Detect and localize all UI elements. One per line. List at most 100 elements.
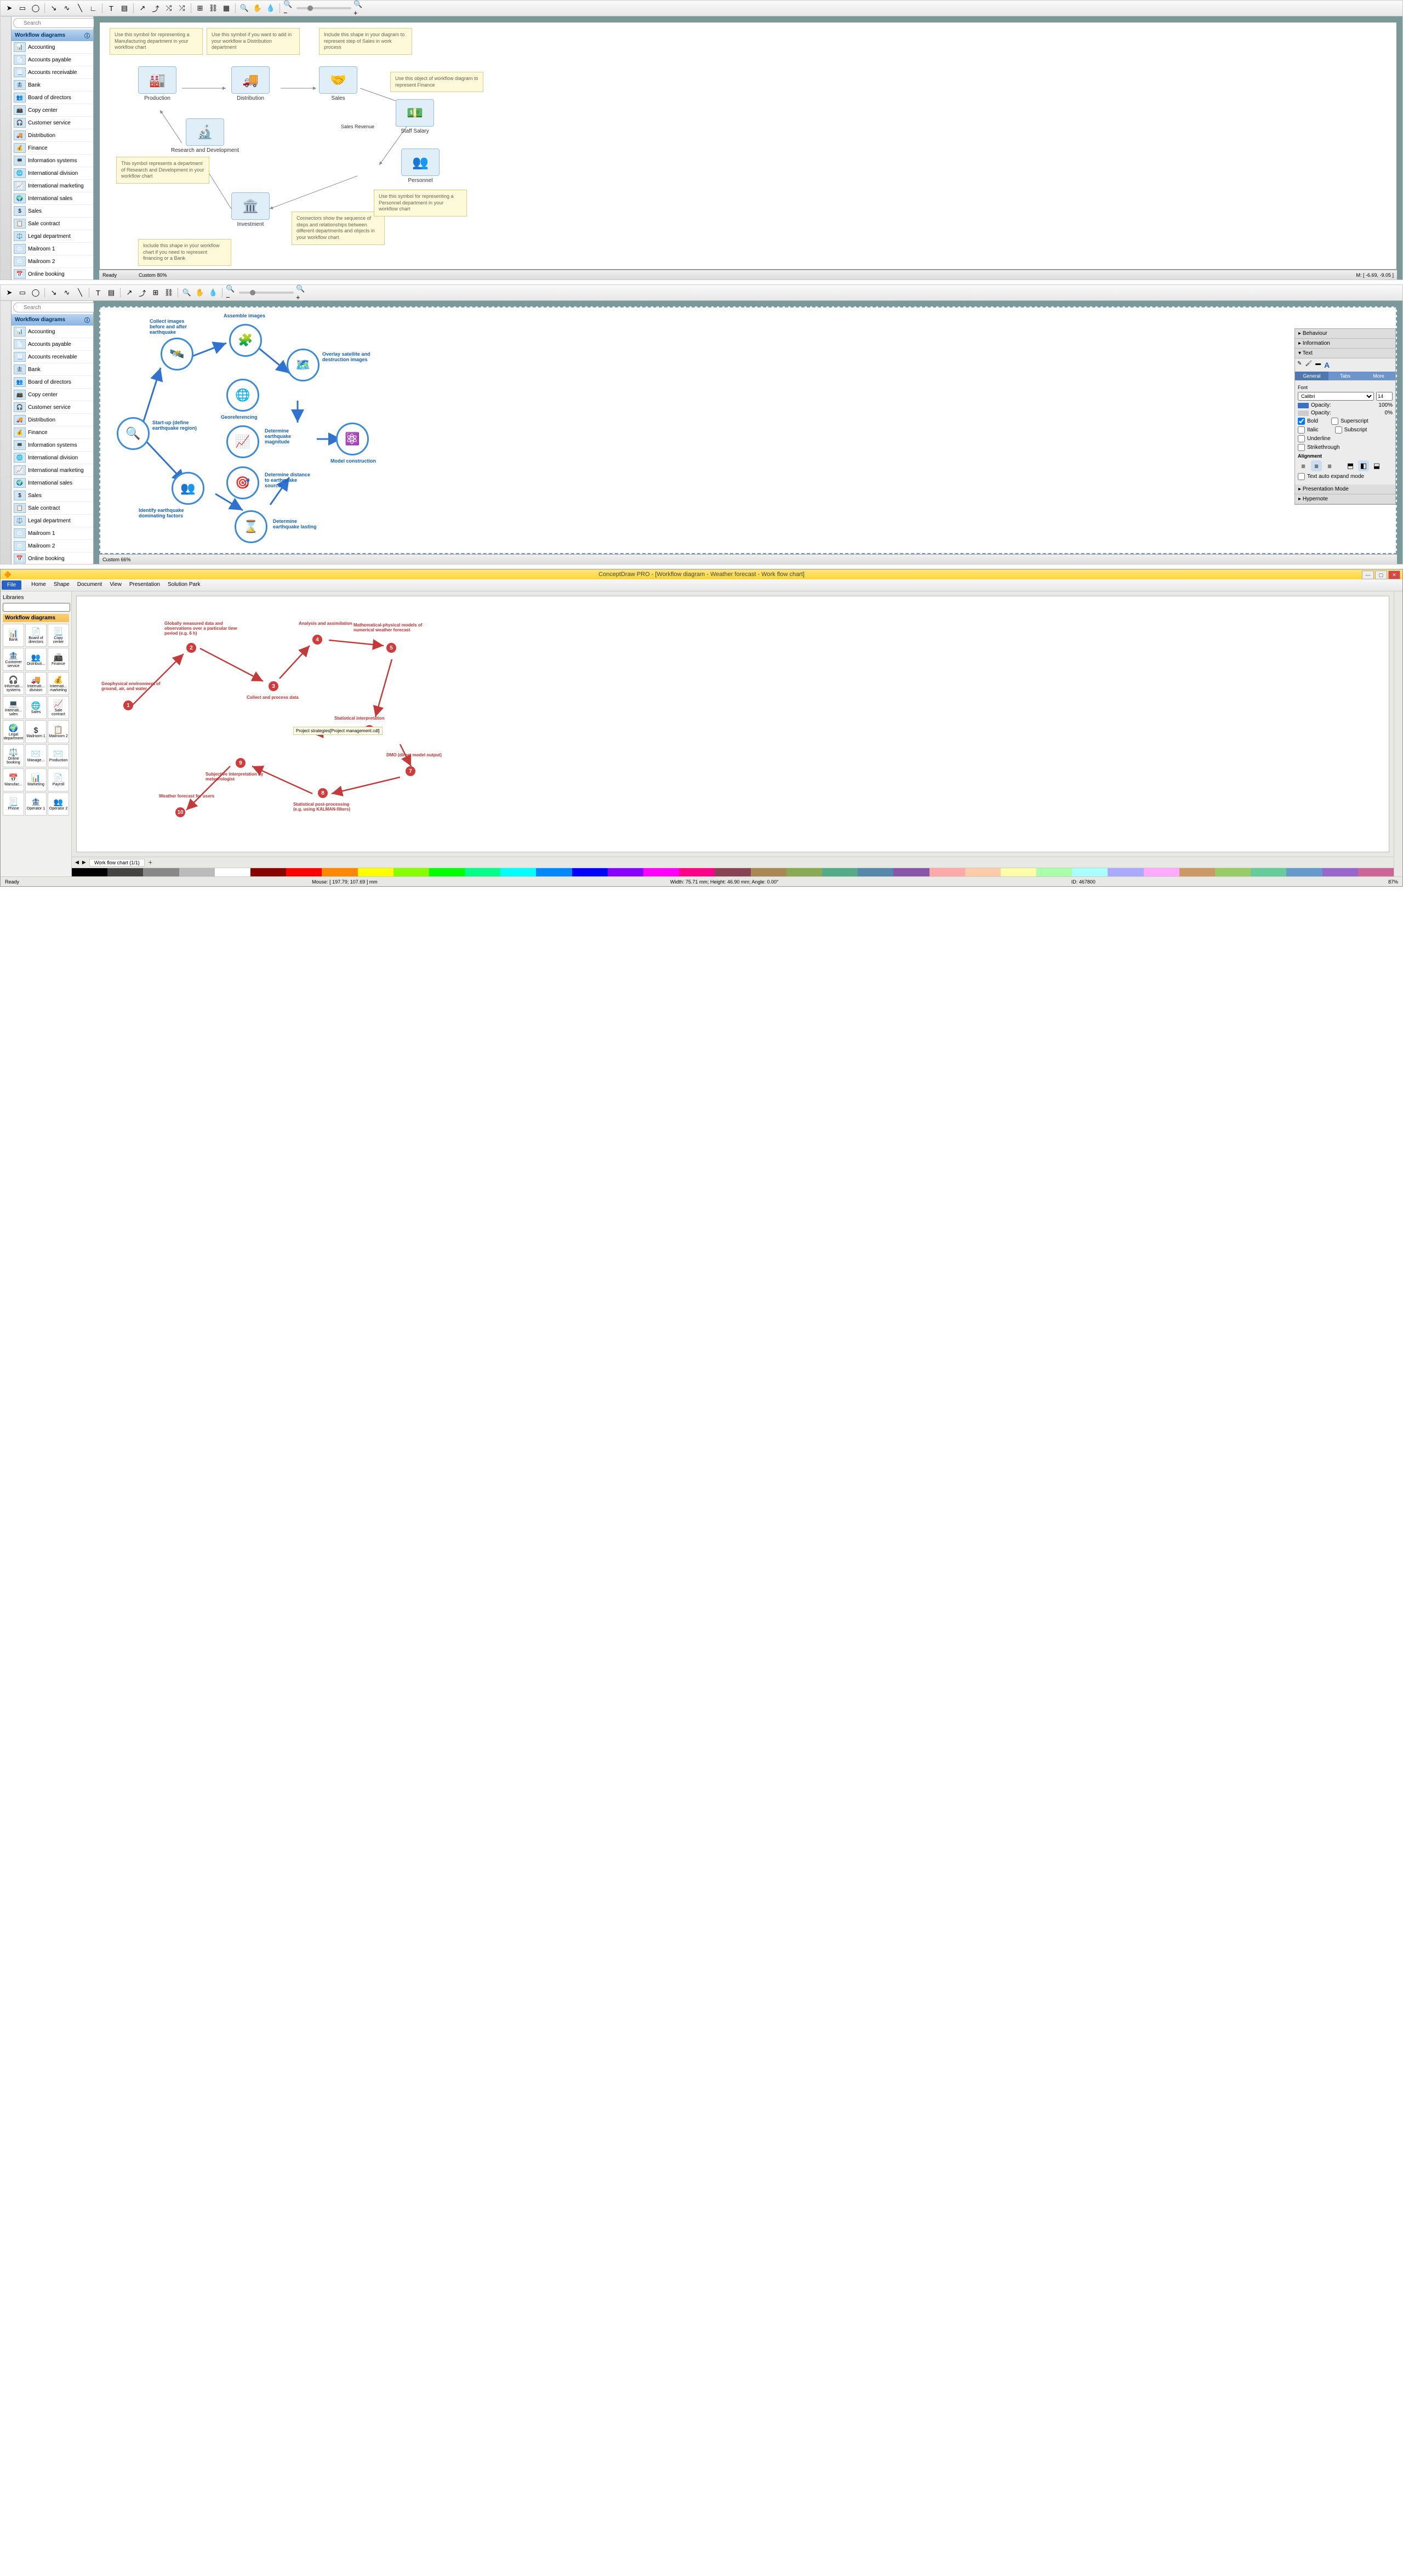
lib-grid-item[interactable]: 🏦Customer service	[3, 648, 24, 671]
pointer-icon[interactable]: ➤	[4, 287, 15, 298]
color-swatch[interactable]	[786, 868, 822, 876]
zoom-label-2[interactable]: Custom 66%	[102, 557, 131, 562]
lib-grid-item[interactable]: ⚖️Online booking	[3, 744, 24, 767]
menu-solutionpark[interactable]: Solution Park	[168, 582, 200, 589]
lib-item[interactable]: 📄Accounts payable	[12, 54, 93, 66]
lib-item[interactable]: 🚚Distribution	[12, 414, 93, 426]
node-personnel[interactable]: 👥Personnel	[401, 149, 440, 184]
minimize-button[interactable]: —	[1362, 571, 1374, 579]
valign-top-icon[interactable]: ⬒	[1345, 460, 1356, 471]
tree-icon[interactable]: ⊞	[150, 287, 161, 298]
node-georef[interactable]: 🌐	[226, 379, 259, 412]
num-1[interactable]: 1	[123, 700, 133, 710]
color-swatch[interactable]	[893, 868, 929, 876]
hdr-presentation[interactable]: ▸ Presentation Mode	[1295, 485, 1395, 494]
color-swatch[interactable]	[965, 868, 1001, 876]
align-center-icon[interactable]: ≡	[1311, 460, 1322, 471]
italic-checkbox[interactable]	[1298, 426, 1305, 434]
lib-item[interactable]: 👥Board of directors	[12, 92, 93, 104]
color-swatch[interactable]	[1179, 868, 1215, 876]
lib-grid-item[interactable]: 🚚Internati... division	[25, 672, 47, 695]
lib-item[interactable]: 📅Online booking	[12, 552, 93, 564]
subscript-checkbox[interactable]	[1335, 426, 1342, 434]
num-5[interactable]: 5	[386, 643, 396, 653]
chain-icon[interactable]: ⛓	[163, 287, 174, 298]
lib-item[interactable]: 🌐International division	[12, 452, 93, 464]
node-magnitude[interactable]: 📈	[226, 425, 259, 458]
node-staff-salary[interactable]: 💵Staff Salary	[396, 99, 434, 134]
color-swatch[interactable]	[72, 868, 107, 876]
node-investment[interactable]: 🏛️Investment	[231, 192, 270, 227]
arrow4-icon[interactable]: ⤮	[176, 3, 187, 14]
rect-icon[interactable]: ▭	[17, 3, 28, 14]
library-grid-3[interactable]: 📊Bank📄Board of directors📃Copy center🏦Cus…	[3, 624, 69, 816]
color-swatch[interactable]	[572, 868, 608, 876]
color-swatch[interactable]	[536, 868, 572, 876]
lib-item[interactable]: 📈International marketing	[12, 464, 93, 477]
library-list-2[interactable]: 📊Accounting📄Accounts payable📃Accounts re…	[12, 326, 93, 564]
lib-item[interactable]: 📄Accounts payable	[12, 338, 93, 351]
superscript-checkbox[interactable]	[1331, 418, 1338, 425]
canvas-2[interactable]: 🔍 Start-up (define earthquake region) 🛰️…	[99, 306, 1397, 554]
hdr-behaviour[interactable]: ▸ Behaviour	[1295, 329, 1395, 339]
strike-checkbox[interactable]	[1298, 444, 1305, 451]
tab-more[interactable]: More	[1362, 372, 1395, 380]
angle-icon[interactable]: ∟	[88, 3, 99, 14]
color-swatch[interactable]	[107, 868, 143, 876]
color-swatch[interactable]	[393, 868, 429, 876]
lib-grid-item[interactable]: $Mailroom 1	[25, 720, 47, 743]
lib-grid-item[interactable]: 📈Sale contract	[48, 696, 69, 719]
arrow-icon[interactable]: ↗	[124, 287, 135, 298]
valign-bot-icon[interactable]: ⬓	[1371, 460, 1382, 471]
lib-grid-item[interactable]: 📠Finance	[48, 648, 69, 671]
zoom-slider[interactable]	[239, 292, 294, 294]
note-icon[interactable]: ▤	[119, 3, 130, 14]
num-7[interactable]: 7	[406, 766, 415, 776]
lib-item[interactable]: 📃Accounts receivable	[12, 66, 93, 79]
add-tab-icon[interactable]: ＋	[148, 859, 153, 866]
color-swatch[interactable]	[679, 868, 715, 876]
menu-file[interactable]: File	[2, 580, 21, 590]
font-icon[interactable]: A	[1324, 361, 1330, 369]
lib-item[interactable]: 📠Copy center	[12, 104, 93, 117]
zoom-in-icon[interactable]: 🔍+	[353, 3, 364, 14]
lib-item[interactable]: 📋Sale contract	[12, 218, 93, 230]
maximize-button[interactable]: ▢	[1375, 571, 1387, 579]
connector-icon[interactable]: ↘	[48, 3, 59, 14]
menu-presentation[interactable]: Presentation	[129, 582, 160, 589]
canvas-1[interactable]: Use this symbol for representing a Manuf…	[99, 22, 1397, 270]
lib-item[interactable]: $Sales	[12, 205, 93, 218]
lib-grid-item[interactable]: 🌍Legal department	[3, 720, 24, 743]
hdr-text[interactable]: ▾ Text	[1295, 349, 1395, 358]
hdr-hypernote[interactable]: ▸ Hypernote	[1295, 494, 1395, 504]
info-icon[interactable]: ⓘ	[84, 316, 90, 324]
num-2[interactable]: 2	[186, 643, 196, 653]
zoom-in-icon[interactable]: 🔍+	[296, 287, 307, 298]
node-assemble[interactable]: 🧩	[229, 324, 262, 357]
color-swatch[interactable]	[1286, 868, 1322, 876]
grid-icon[interactable]: ▦	[221, 3, 232, 14]
lib-grid-item[interactable]: 👥Operator 2	[48, 793, 69, 816]
lib-grid-item[interactable]: 📊Bank	[3, 624, 24, 647]
align-left-icon[interactable]: ≡	[1298, 460, 1309, 471]
lib-item[interactable]: 🌍International sales	[12, 477, 93, 489]
zoom-label[interactable]: Custom 80%	[139, 272, 167, 278]
num-8[interactable]: 8	[318, 788, 328, 798]
zoom-out-icon[interactable]: 🔍−	[226, 287, 237, 298]
line-icon[interactable]: ╲	[75, 287, 85, 298]
eyedrop-icon[interactable]: 💧	[208, 287, 219, 298]
lib-grid-item[interactable]: 📅Manufac...	[3, 768, 24, 791]
tab-prev-icon[interactable]: ◀	[75, 859, 79, 865]
num-3[interactable]: 3	[269, 681, 278, 691]
node-distribution[interactable]: 🚚Distribution	[231, 66, 270, 101]
menu-shape[interactable]: Shape	[54, 582, 70, 589]
valign-mid-icon[interactable]: ◧	[1358, 460, 1369, 471]
font-select[interactable]: Calibri	[1298, 392, 1374, 401]
text-color-swatch[interactable]	[1298, 403, 1309, 408]
pen-icon[interactable]: ✎	[1297, 361, 1302, 369]
canvas-3[interactable]: 1 Geophysical environment of ground, air…	[76, 596, 1389, 852]
node-overlay[interactable]: 🗺️	[287, 349, 320, 381]
tab-general[interactable]: General	[1295, 372, 1328, 380]
pointer-icon[interactable]: ➤	[4, 3, 15, 14]
color-swatch[interactable]	[1036, 868, 1072, 876]
